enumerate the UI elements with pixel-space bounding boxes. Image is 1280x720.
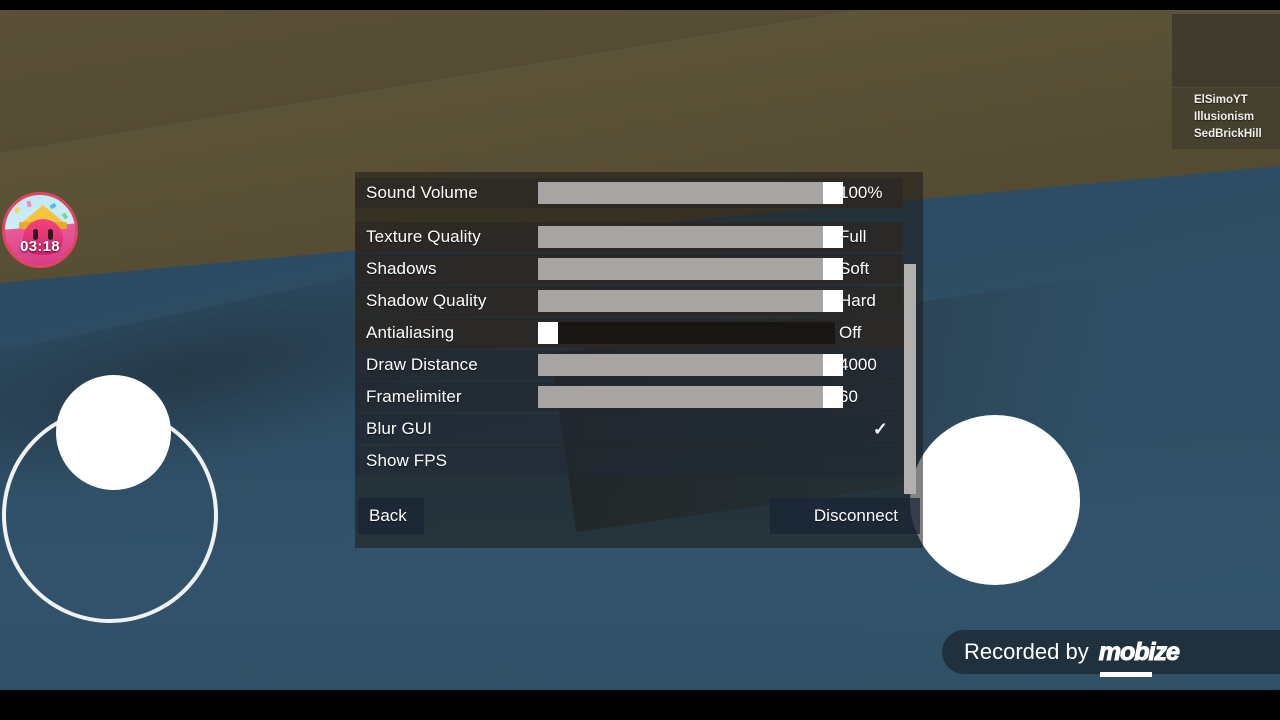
player-list-body: ElSimoYT Illusionism SedBrickHill <box>1172 88 1280 149</box>
setting-slider[interactable] <box>538 354 844 376</box>
slider-fill <box>538 386 824 408</box>
movement-joystick-knob[interactable] <box>56 375 171 490</box>
list-item[interactable]: SedBrickHill <box>1172 126 1280 143</box>
slider-thumb[interactable] <box>823 290 844 312</box>
letterbox-top <box>0 0 1280 10</box>
mobizen-logo: mobize <box>1098 637 1180 666</box>
setting-label: Shadows <box>366 259 437 278</box>
setting-value: Hard <box>839 291 876 310</box>
jump-button[interactable] <box>910 415 1080 585</box>
watermark-underline <box>1100 672 1152 677</box>
setting-value: 4000 <box>839 355 877 374</box>
settings-scrollbar[interactable] <box>904 264 916 494</box>
slider-fill <box>538 354 824 376</box>
recording-watermark: Recorded by mobize <box>942 630 1280 674</box>
player-list: ElSimoYT Illusionism SedBrickHill <box>1172 14 1280 149</box>
watermark-text: Recorded by <box>964 639 1089 664</box>
settings-row-blur-gui[interactable]: Blur GUI ✓ <box>355 414 903 444</box>
settings-row-sound-volume[interactable]: Sound Volume 100% <box>355 178 903 208</box>
setting-slider[interactable] <box>538 182 844 204</box>
round-timer: 03:18 <box>20 238 60 255</box>
game-screen: 03:18 ElSimoYT Illusionism SedBrickHill … <box>0 0 1280 720</box>
settings-row-antialiasing[interactable]: Antialiasing Off <box>355 318 903 348</box>
slider-fill <box>538 226 824 248</box>
settings-footer: Back Disconnect <box>355 498 923 550</box>
slider-fill <box>538 182 824 204</box>
slider-fill <box>538 290 824 312</box>
setting-value: 100% <box>839 183 883 202</box>
list-item[interactable]: Illusionism <box>1172 109 1280 126</box>
avatar[interactable]: 03:18 <box>2 192 78 268</box>
settings-row-texture-quality[interactable]: Texture Quality Full <box>355 222 903 252</box>
slider-thumb[interactable] <box>823 386 844 408</box>
settings-panel: Sound Volume 100% Texture Quality Full Shado… <box>355 172 923 548</box>
setting-slider[interactable] <box>538 322 835 344</box>
slider-thumb[interactable] <box>823 258 844 280</box>
checkmark-icon: ✓ <box>872 419 888 439</box>
setting-slider[interactable] <box>538 226 844 248</box>
setting-label: Show FPS <box>366 451 448 470</box>
slider-thumb[interactable] <box>823 354 844 376</box>
player-list-header <box>1172 14 1280 88</box>
setting-slider[interactable] <box>538 386 844 408</box>
settings-row-show-fps[interactable]: Show FPS <box>355 446 903 476</box>
setting-value: Off <box>839 323 862 342</box>
settings-row-shadows[interactable]: Shadows Soft <box>355 254 903 284</box>
settings-rows-container: Sound Volume 100% Texture Quality Full Shado… <box>355 178 923 490</box>
slider-fill <box>538 258 824 280</box>
letterbox-bottom <box>0 690 1280 720</box>
setting-label: Sound Volume <box>366 183 478 202</box>
slider-thumb[interactable] <box>823 182 844 204</box>
setting-value: Soft <box>839 259 870 278</box>
slider-thumb[interactable] <box>538 322 558 344</box>
settings-row-framelimiter[interactable]: Framelimiter 60 <box>355 382 903 412</box>
setting-slider[interactable] <box>538 258 844 280</box>
list-item[interactable]: ElSimoYT <box>1172 92 1280 109</box>
back-button[interactable]: Back <box>358 498 424 534</box>
settings-row-shadow-quality[interactable]: Shadow Quality Hard <box>355 286 903 316</box>
slider-thumb[interactable] <box>823 226 844 248</box>
setting-slider[interactable] <box>538 290 844 312</box>
setting-label: Framelimiter <box>366 387 462 406</box>
setting-label: Shadow Quality <box>366 291 487 310</box>
disconnect-button[interactable]: Disconnect <box>770 498 920 534</box>
setting-label: Antialiasing <box>366 323 455 342</box>
setting-label: Draw Distance <box>366 355 478 374</box>
settings-row-draw-distance[interactable]: Draw Distance 4000 <box>355 350 903 380</box>
setting-value: Full <box>839 227 867 246</box>
setting-label: Blur GUI <box>366 419 432 438</box>
setting-label: Texture Quality <box>366 227 481 246</box>
